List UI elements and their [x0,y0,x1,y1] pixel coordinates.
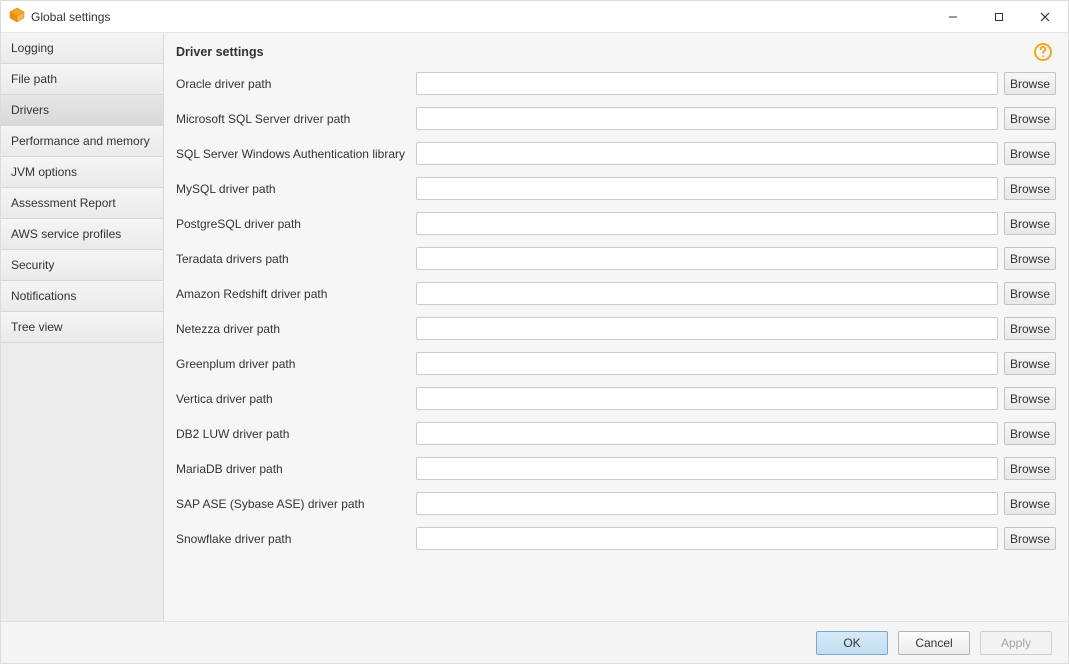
browse-button[interactable]: Browse [1004,177,1056,200]
title-bar: Global settings [1,1,1068,33]
db2-luw-driver-path-input[interactable] [416,422,998,445]
sidebar-item-file-path[interactable]: File path [1,64,163,95]
row-label: Vertica driver path [176,392,416,406]
browse-button[interactable]: Browse [1004,247,1056,270]
row-greenplum-driver-path: Greenplum driver path Browse [176,351,1056,376]
sidebar-item-assessment-report[interactable]: Assessment Report [1,188,163,219]
row-label: Oracle driver path [176,77,416,91]
greenplum-driver-path-input[interactable] [416,352,998,375]
sidebar-item-label: Logging [11,41,54,55]
sidebar-item-aws-service-profiles[interactable]: AWS service profiles [1,219,163,250]
row-db2-luw-driver-path: DB2 LUW driver path Browse [176,421,1056,446]
row-label: PostgreSQL driver path [176,217,416,231]
browse-button[interactable]: Browse [1004,107,1056,130]
help-icon[interactable] [1034,43,1052,61]
sidebar-item-label: Performance and memory [11,134,150,148]
row-mysql-driver-path: MySQL driver path Browse [176,176,1056,201]
sidebar-item-label: Drivers [11,103,49,117]
dialog-footer: OK Cancel Apply [1,621,1068,663]
row-label: Snowflake driver path [176,532,416,546]
row-label: SQL Server Windows Authentication librar… [176,147,416,161]
content-title: Driver settings [176,45,264,59]
row-sqlserver-win-auth-lib: SQL Server Windows Authentication librar… [176,141,1056,166]
netezza-driver-path-input[interactable] [416,317,998,340]
row-label: DB2 LUW driver path [176,427,416,441]
window-title: Global settings [31,10,110,24]
global-settings-window: Global settings Logging File path Driver… [0,0,1069,664]
sidebar-item-label: AWS service profiles [11,227,121,241]
sidebar-item-jvm-options[interactable]: JVM options [1,157,163,188]
sidebar-item-label: JVM options [11,165,77,179]
vertica-driver-path-input[interactable] [416,387,998,410]
apply-button[interactable]: Apply [980,631,1052,655]
cancel-button[interactable]: Cancel [898,631,970,655]
sqlserver-win-auth-lib-input[interactable] [416,142,998,165]
ok-button[interactable]: OK [816,631,888,655]
mssql-driver-path-input[interactable] [416,107,998,130]
sidebar-item-performance-and-memory[interactable]: Performance and memory [1,126,163,157]
row-label: MariaDB driver path [176,462,416,476]
minimize-button[interactable] [930,1,976,33]
row-label: Amazon Redshift driver path [176,287,416,301]
content-header: Driver settings [176,43,1056,61]
browse-button[interactable]: Browse [1004,142,1056,165]
sidebar-item-label: Assessment Report [11,196,116,210]
browse-button[interactable]: Browse [1004,387,1056,410]
teradata-drivers-path-input[interactable] [416,247,998,270]
close-button[interactable] [1022,1,1068,33]
browse-button[interactable]: Browse [1004,527,1056,550]
browse-button[interactable]: Browse [1004,457,1056,480]
row-label: Microsoft SQL Server driver path [176,112,416,126]
row-mssql-driver-path: Microsoft SQL Server driver path Browse [176,106,1056,131]
row-amazon-redshift-driver-path: Amazon Redshift driver path Browse [176,281,1056,306]
browse-button[interactable]: Browse [1004,352,1056,375]
maximize-button[interactable] [976,1,1022,33]
row-postgresql-driver-path: PostgreSQL driver path Browse [176,211,1056,236]
sidebar-item-security[interactable]: Security [1,250,163,281]
row-label: SAP ASE (Sybase ASE) driver path [176,497,416,511]
postgresql-driver-path-input[interactable] [416,212,998,235]
row-oracle-driver-path: Oracle driver path Browse [176,71,1056,96]
row-netezza-driver-path: Netezza driver path Browse [176,316,1056,341]
oracle-driver-path-input[interactable] [416,72,998,95]
browse-button[interactable]: Browse [1004,492,1056,515]
dialog-body: Logging File path Drivers Performance an… [1,33,1068,621]
row-teradata-drivers-path: Teradata drivers path Browse [176,246,1056,271]
browse-button[interactable]: Browse [1004,422,1056,445]
row-sap-ase-driver-path: SAP ASE (Sybase ASE) driver path Browse [176,491,1056,516]
sidebar-item-label: Security [11,258,54,272]
mysql-driver-path-input[interactable] [416,177,998,200]
row-label: Netezza driver path [176,322,416,336]
sidebar-item-label: Tree view [11,320,63,334]
sidebar-item-notifications[interactable]: Notifications [1,281,163,312]
snowflake-driver-path-input[interactable] [416,527,998,550]
sidebar-item-drivers[interactable]: Drivers [1,95,163,126]
row-mariadb-driver-path: MariaDB driver path Browse [176,456,1056,481]
sidebar-item-label: File path [11,72,57,86]
row-label: Teradata drivers path [176,252,416,266]
amazon-redshift-driver-path-input[interactable] [416,282,998,305]
content-pane: Driver settings Oracle driver path Brows… [164,33,1068,621]
sidebar: Logging File path Drivers Performance an… [1,33,164,621]
mariadb-driver-path-input[interactable] [416,457,998,480]
browse-button[interactable]: Browse [1004,317,1056,340]
sidebar-item-logging[interactable]: Logging [1,33,163,64]
row-snowflake-driver-path: Snowflake driver path Browse [176,526,1056,551]
sidebar-item-label: Notifications [11,289,76,303]
sidebar-item-tree-view[interactable]: Tree view [1,312,163,343]
row-vertica-driver-path: Vertica driver path Browse [176,386,1056,411]
row-label: MySQL driver path [176,182,416,196]
window-controls [930,1,1068,33]
app-icon [9,7,25,26]
sap-ase-driver-path-input[interactable] [416,492,998,515]
browse-button[interactable]: Browse [1004,72,1056,95]
browse-button[interactable]: Browse [1004,212,1056,235]
row-label: Greenplum driver path [176,357,416,371]
browse-button[interactable]: Browse [1004,282,1056,305]
driver-rows: Oracle driver path Browse Microsoft SQL … [176,71,1056,551]
